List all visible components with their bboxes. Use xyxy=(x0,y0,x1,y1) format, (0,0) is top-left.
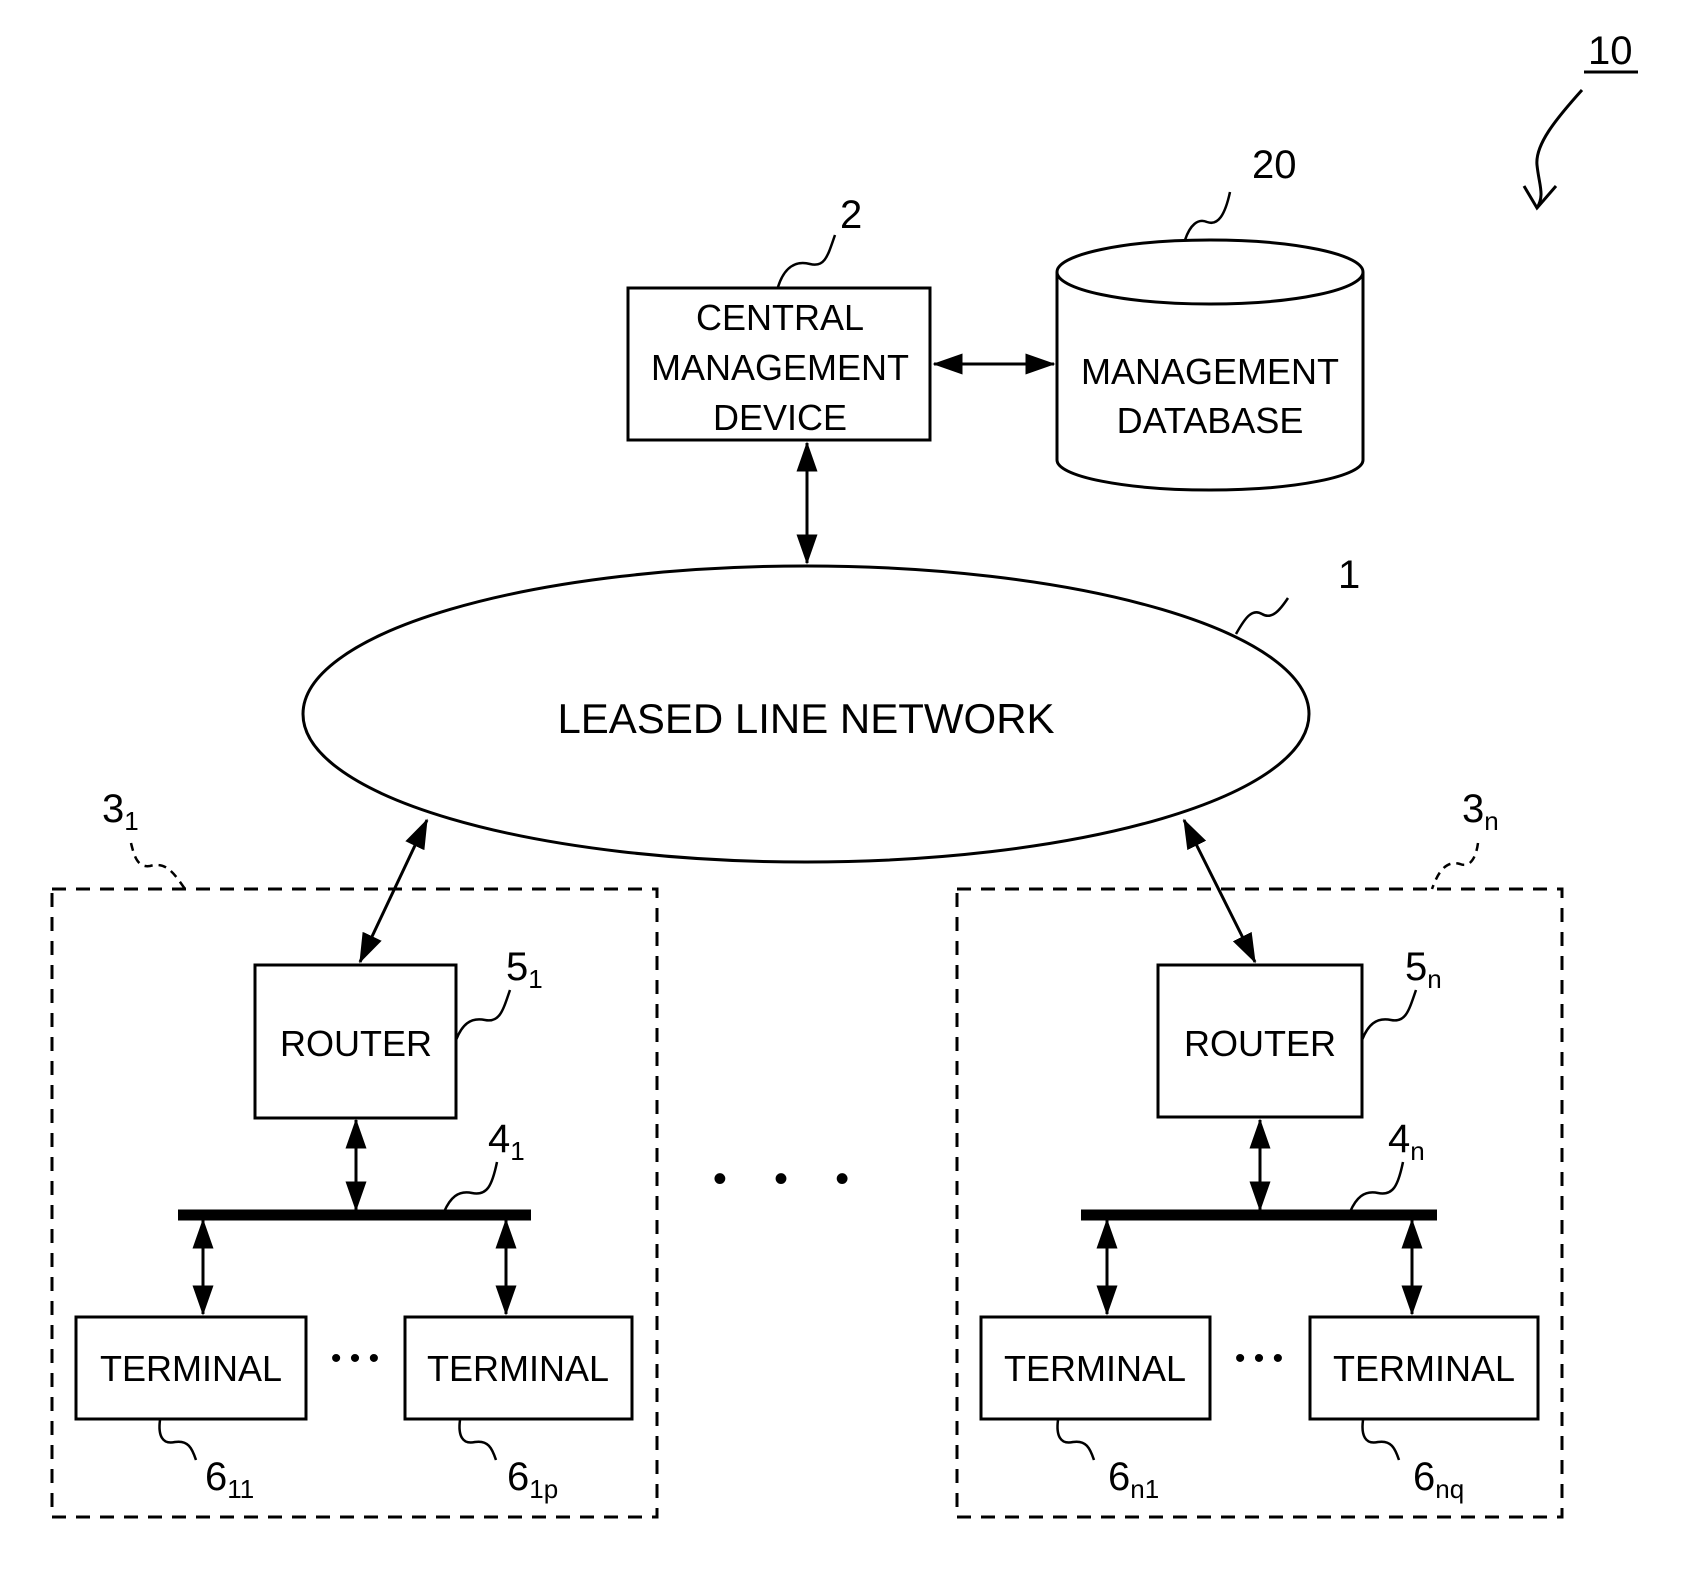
network-ref: 1 xyxy=(1338,553,1360,597)
site-1: 31 ROUTER 51 41 TERMINAL 611 • • • TERMI… xyxy=(50,787,659,1519)
site-n-leader xyxy=(1430,842,1480,890)
leased-line-network[interactable]: LEASED LINE NETWORK 1 xyxy=(301,553,1360,864)
network-router-1-link-arrow xyxy=(358,818,429,964)
terminal-1-p-ref: 61p xyxy=(507,1455,558,1504)
bus-n-leader xyxy=(1348,1161,1405,1213)
router-1-ref: 51 xyxy=(506,945,543,994)
system-ref-label: 10 xyxy=(1588,29,1633,73)
terminal-1-p-leader xyxy=(458,1419,498,1461)
terminal-n-q-label: TERMINAL xyxy=(1333,1348,1515,1389)
management-database[interactable]: MANAGEMENT DATABASE 20 xyxy=(1055,143,1365,492)
central-device-leader xyxy=(776,234,837,288)
sites-ellipsis: • • • xyxy=(713,1157,867,1201)
central-device-line-1: CENTRAL xyxy=(696,297,864,338)
database-cylinder-top xyxy=(1055,238,1365,306)
central-device-ref: 2 xyxy=(840,193,862,237)
terminal-1-1-ref: 611 xyxy=(205,1455,254,1504)
terminal-n-q-ref: 6nq xyxy=(1413,1455,1464,1504)
network-label: LEASED LINE NETWORK xyxy=(557,695,1054,742)
terminal-n-q-leader xyxy=(1361,1419,1401,1461)
router-n-leader xyxy=(1360,989,1418,1041)
site-1-ref: 31 xyxy=(102,787,139,836)
central-management-device[interactable]: CENTRAL MANAGEMENT DEVICE 2 xyxy=(626,193,932,442)
site-n-ref: 3n xyxy=(1462,787,1499,836)
terminal-n-1-label: TERMINAL xyxy=(1004,1348,1186,1389)
terminal-ellipsis-n: • • • xyxy=(1235,1342,1283,1375)
terminal-1-p-label: TERMINAL xyxy=(427,1348,609,1389)
site-n: 3n ROUTER 5n 4n TERMINAL 6n1 • • • TERMI… xyxy=(955,787,1564,1519)
network-leader xyxy=(1234,597,1290,635)
terminal-n-1-leader xyxy=(1056,1419,1096,1461)
site-1-leader xyxy=(129,842,187,890)
database-line-2: DATABASE xyxy=(1117,400,1304,441)
central-device-line-2: MANAGEMENT xyxy=(651,347,909,388)
router-1-leader xyxy=(454,989,512,1041)
central-device-line-3: DEVICE xyxy=(713,397,847,438)
router-1-label: ROUTER xyxy=(280,1023,432,1064)
network-diagram: 10 CENTRAL MANAGEMENT DEVICE 2 MANAGEMEN… xyxy=(50,29,1638,1519)
bus-1-ref: 41 xyxy=(488,1117,525,1166)
database-ref: 20 xyxy=(1252,143,1297,187)
system-reference: 10 xyxy=(1522,29,1638,211)
database-line-1: MANAGEMENT xyxy=(1081,351,1339,392)
bus-n-ref: 4n xyxy=(1388,1117,1425,1166)
terminal-1-1-leader xyxy=(158,1419,198,1461)
router-n-label: ROUTER xyxy=(1184,1023,1336,1064)
terminal-ellipsis-1: • • • xyxy=(331,1342,379,1375)
bus-1-leader xyxy=(442,1161,499,1213)
terminal-n-1-ref: 6n1 xyxy=(1108,1455,1159,1504)
router-n-ref: 5n xyxy=(1405,945,1442,994)
system-ref-arrow xyxy=(1535,88,1584,209)
terminal-1-1-label: TERMINAL xyxy=(100,1348,282,1389)
network-router-n-link-arrow xyxy=(1182,818,1257,964)
database-leader xyxy=(1183,191,1232,241)
